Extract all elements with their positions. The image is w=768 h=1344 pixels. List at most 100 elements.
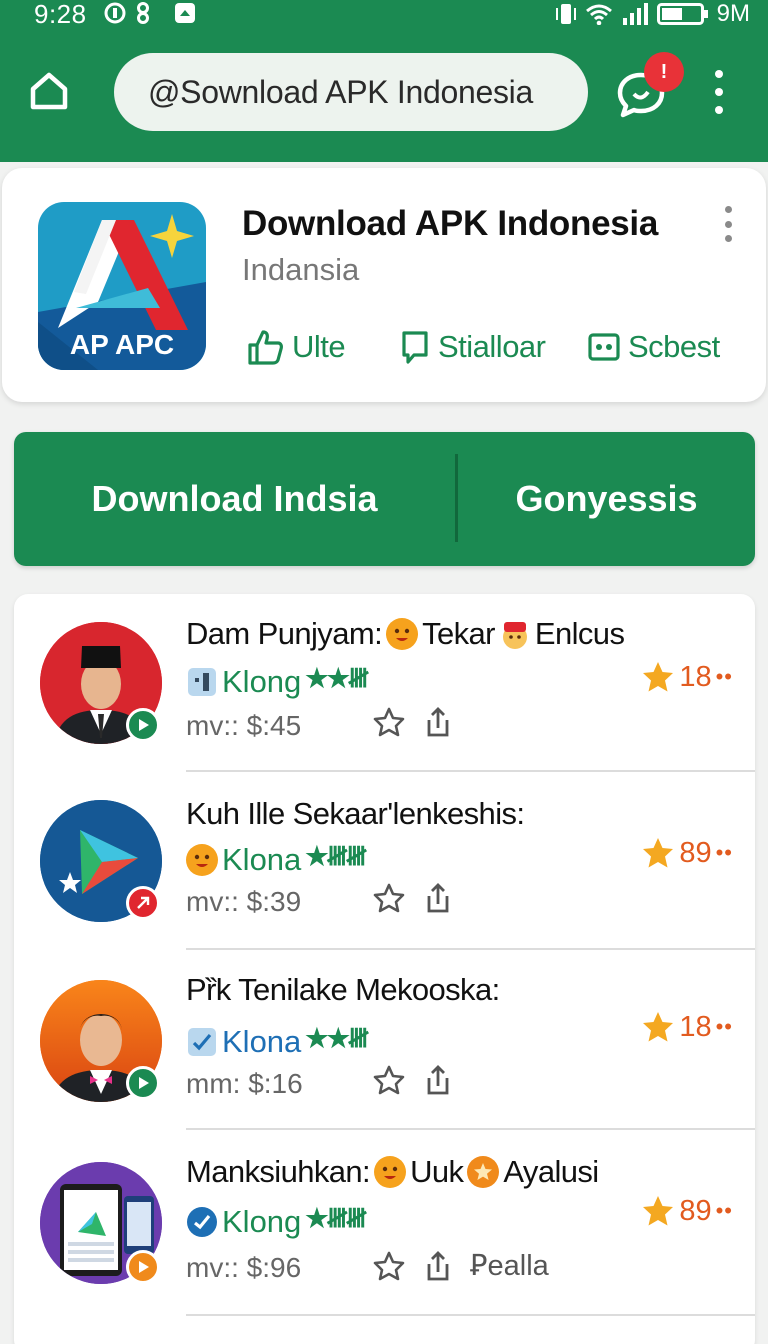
- share-button[interactable]: Scbest: [588, 326, 720, 368]
- item-price: mv:: $:96: [186, 1252, 302, 1283]
- star-icon: [643, 662, 674, 692]
- signal-icon: [622, 3, 648, 25]
- item-rating: 89 ••: [641, 1194, 733, 1228]
- item-stars: ★𝍸𝍸: [305, 841, 367, 871]
- notification-badge: !: [644, 52, 684, 92]
- item-tag-label: Klong: [222, 664, 302, 699]
- app-title: Download APK Indonesia: [242, 204, 659, 243]
- item-title: Dam Punjyam: Tekar Enlcus: [186, 616, 625, 652]
- app-more-button[interactable]: [718, 206, 738, 242]
- bookmark-icon[interactable]: [372, 1064, 406, 1096]
- status-right-icons: 9M: [555, 0, 750, 28]
- like-button[interactable]: Ulte: [246, 326, 346, 368]
- search-bar[interactable]: @Sownload APK Indonesia: [114, 53, 588, 131]
- item-stars: ★𝍸𝍸: [305, 1203, 367, 1233]
- item-price: mv:: $:45: [186, 710, 302, 741]
- share-icon[interactable]: [424, 1064, 452, 1096]
- bookmark-icon[interactable]: [372, 706, 406, 738]
- more-dots-icon[interactable]: ••: [716, 1014, 733, 1040]
- share-icon[interactable]: [424, 1250, 452, 1282]
- wifi-icon: [585, 4, 612, 25]
- more-dots-icon[interactable]: ••: [716, 1198, 733, 1224]
- status-time: 9:28: [34, 0, 87, 29]
- pin-icon: [137, 896, 150, 909]
- item-tag: Klong ★𝍸𝍸: [186, 1200, 367, 1244]
- play-icon: [139, 1261, 149, 1273]
- item-rating: 18 ••: [641, 660, 733, 694]
- comment-label: Stialloar: [438, 329, 546, 364]
- item-tag-label: Klona: [222, 842, 302, 877]
- item-actions: Ꝑealla: [372, 1248, 549, 1283]
- item-stars: ★★𝍸: [305, 1023, 369, 1053]
- item-rating-value: 18: [679, 660, 712, 693]
- comment-button[interactable]: Stialloar: [400, 326, 546, 368]
- app-list: Dam Punjyam: Tekar Enlcus Klong ★★𝍸 mv::…: [14, 594, 755, 1344]
- item-rating: 89 ••: [641, 836, 733, 870]
- list-item[interactable]: Kuh Ille Sekaar'lenkeshis: Klona ★𝍸𝍸 mv:…: [14, 772, 755, 950]
- kebab-dot-icon: [715, 106, 723, 114]
- item-actions: [372, 1064, 452, 1096]
- more-dots-icon[interactable]: ••: [716, 664, 733, 690]
- list-item[interactable]: Dam Punjyam: Tekar Enlcus Klong ★★𝍸 mv::…: [14, 594, 755, 772]
- item-tag-label: Klona: [222, 1024, 302, 1059]
- play-badge: [126, 1250, 160, 1284]
- item-title: Kuh Ille Sekaar'lenkeshis:: [186, 796, 525, 832]
- bookmark-icon[interactable]: [372, 1250, 406, 1282]
- item-title: Pȑk Tenilake Mekooska:: [186, 972, 500, 1008]
- item-rating-value: 89: [679, 836, 712, 869]
- home-button[interactable]: [26, 68, 72, 114]
- pin-badge: [126, 886, 160, 920]
- item-rating-value: 89: [679, 1194, 712, 1227]
- secondary-button[interactable]: Gonyessis: [458, 432, 755, 566]
- list-item[interactable]: Pȑk Tenilake Mekooska: Klona ★★𝍸 mm: $:1…: [14, 950, 755, 1130]
- smiley-icon: [374, 1156, 407, 1188]
- battery-icon: [656, 3, 708, 25]
- search-text: @Sownload APK Indonesia: [148, 73, 533, 110]
- star-icon: [643, 838, 674, 868]
- chat-icon: [402, 331, 428, 364]
- thumbs-up-icon: [248, 330, 283, 365]
- app-logo-text: AP APC: [70, 329, 174, 360]
- item-tag: Klona ★𝍸𝍸: [186, 838, 367, 882]
- item-title-part: Uuk: [410, 1154, 464, 1189]
- item-title-part: Ayalusi: [503, 1154, 599, 1189]
- play-icon: [139, 1077, 149, 1089]
- link-icon: [137, 2, 149, 24]
- item-extra-label[interactable]: Ꝑealla: [470, 1248, 549, 1283]
- item-tag: Klong ★★𝍸: [186, 660, 369, 704]
- check-badge-icon: [188, 1028, 216, 1056]
- item-tag: Klona ★★𝍸: [186, 1020, 369, 1064]
- item-actions: [372, 706, 452, 738]
- kebab-dot-icon: [724, 220, 732, 228]
- list-item[interactable]: Manksiuhkan: Uuk Ayalusi Klong ★𝍸𝍸 mv:: …: [14, 1130, 755, 1316]
- like-label: Ulte: [292, 329, 346, 364]
- item-tag-label: Klong: [222, 1204, 302, 1239]
- primary-action-bar: Download Indsia Gonyessis: [14, 432, 755, 566]
- more-dots-icon[interactable]: ••: [716, 840, 733, 866]
- item-title-part: Pȑk Tenilake Mekooska:: [186, 972, 500, 1007]
- check-circle-icon: [187, 1207, 217, 1237]
- share-label: Scbest: [628, 329, 720, 364]
- dots-box-icon: [588, 333, 620, 361]
- share-icon[interactable]: [424, 882, 452, 914]
- kebab-dot-icon: [715, 70, 723, 78]
- item-price: mm: $:16: [186, 1068, 303, 1099]
- smiley-icon: [186, 844, 218, 876]
- share-icon[interactable]: [424, 706, 452, 738]
- item-rating-value: 18: [679, 1010, 712, 1043]
- hat-face-icon: [499, 618, 531, 650]
- badge-star-icon: [467, 1156, 500, 1188]
- battery-text: 9M: [716, 0, 750, 27]
- status-left-icons: [104, 2, 196, 24]
- item-price: mv:: $:39: [186, 886, 302, 917]
- app-header: 9:28 9M @Sownload APK Indonesia !: [0, 0, 768, 162]
- download-button[interactable]: Download Indsia: [14, 432, 455, 566]
- item-title-part: Tekar: [422, 616, 495, 651]
- bookmark-icon[interactable]: [372, 882, 406, 914]
- kebab-dot-icon: [715, 88, 723, 96]
- item-title-part: Enlcus: [534, 616, 625, 651]
- overflow-menu-button[interactable]: [704, 70, 734, 114]
- status-bar: 9:28 9M: [0, 0, 768, 30]
- item-stars: ★★𝍸: [305, 663, 369, 693]
- item-title-part: Kuh Ille Sekaar'lenkeshis:: [186, 796, 525, 831]
